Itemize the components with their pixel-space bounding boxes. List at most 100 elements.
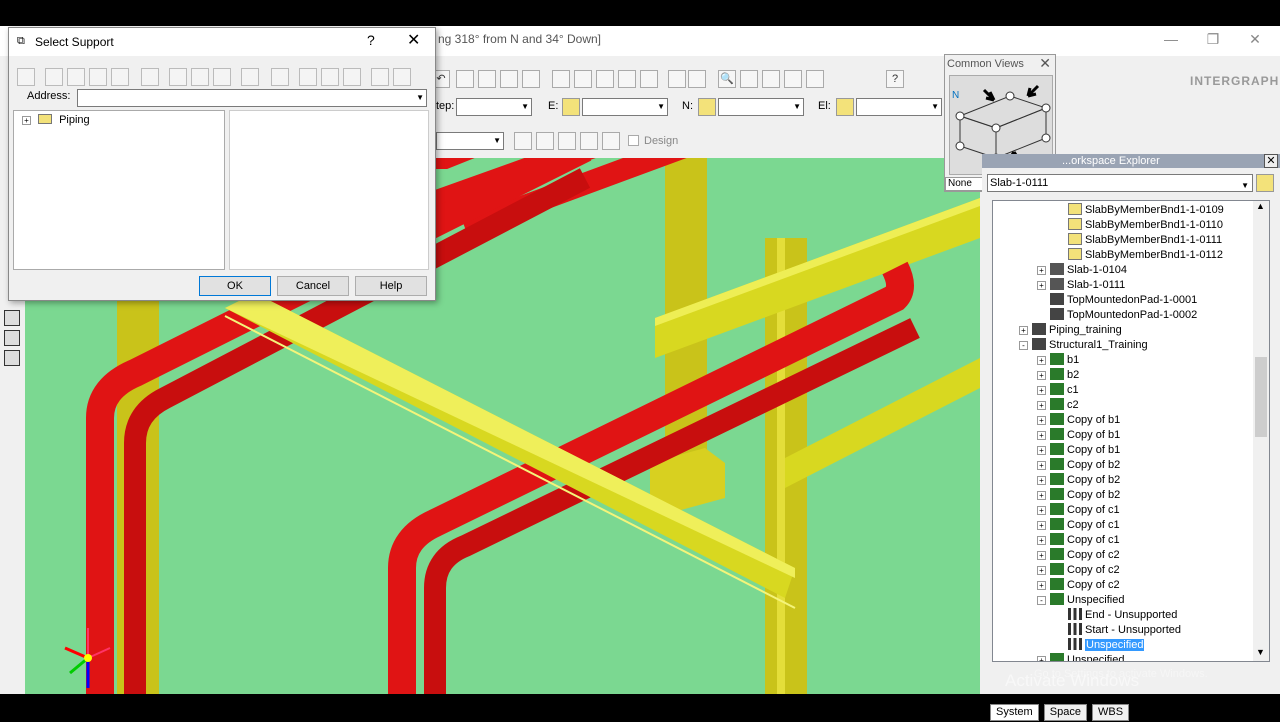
tree-item[interactable]: SlabByMemberBnd1-1-0111 — [1055, 233, 1222, 248]
e-coordinate-combo[interactable]: ▼ — [582, 98, 668, 116]
refresh-icon[interactable] — [806, 70, 824, 88]
tree-item[interactable]: + Slab-1-0111 — [1037, 278, 1125, 293]
scrollbar-thumb[interactable] — [1255, 357, 1267, 437]
expand-icon[interactable]: + — [1037, 386, 1046, 395]
tree-item[interactable]: + c2 — [1037, 398, 1079, 413]
copy-icon[interactable] — [67, 68, 85, 86]
expand-icon[interactable]: + — [22, 116, 31, 125]
tree-item[interactable]: TopMountedonPad-1-0001 — [1037, 293, 1197, 308]
tree-item[interactable]: + Copy of c1 — [1037, 518, 1120, 533]
clip-icon[interactable] — [596, 70, 614, 88]
cut-icon[interactable] — [45, 68, 63, 86]
paste-icon[interactable] — [89, 68, 107, 86]
tree-item[interactable]: SlabByMemberBnd1-1-0112 — [1055, 248, 1223, 263]
tree-item[interactable]: + Unspecified — [1037, 653, 1124, 661]
tree-item[interactable]: - Unspecified — [1037, 593, 1124, 608]
tree-item[interactable]: + b1 — [1037, 353, 1079, 368]
zoom-extents-icon[interactable] — [784, 70, 802, 88]
tree-item[interactable]: + Copy of b1 — [1037, 443, 1120, 458]
sort-icon[interactable] — [321, 68, 339, 86]
design-combo[interactable]: ▼ — [436, 132, 504, 150]
n-coordinate-combo[interactable]: ▼ — [718, 98, 804, 116]
lock-n-icon[interactable] — [698, 98, 716, 116]
snap3-icon[interactable] — [558, 132, 576, 150]
tree-scrollbar[interactable]: ▲ ▼ — [1253, 201, 1269, 661]
camera-icon[interactable] — [668, 70, 686, 88]
catalog-contents-pane[interactable] — [229, 110, 429, 270]
move-up-icon[interactable] — [191, 68, 209, 86]
expand-icon[interactable]: + — [1037, 551, 1046, 560]
collapse-icon[interactable]: - — [1037, 596, 1046, 605]
expand-icon[interactable]: + — [1037, 476, 1046, 485]
expand-icon[interactable]: + — [1037, 371, 1046, 380]
tab-wbs[interactable]: WBS — [1092, 704, 1130, 721]
tree-item[interactable]: - Structural1_Training — [1019, 338, 1148, 353]
expand-icon[interactable]: + — [1037, 566, 1046, 575]
tree-item[interactable]: + Copy of b1 — [1037, 413, 1120, 428]
tree-item[interactable]: Start - Unsupported — [1055, 623, 1181, 638]
help-button[interactable]: Help — [355, 276, 427, 296]
edit-icon[interactable] — [4, 350, 20, 366]
step-combo[interactable]: ▼ — [456, 98, 532, 116]
el-coordinate-combo[interactable]: ▼ — [856, 98, 942, 116]
tree-item[interactable]: + Slab-1-0104 — [1037, 263, 1127, 278]
check-icon[interactable] — [500, 70, 518, 88]
close-button[interactable]: ✕ — [1242, 28, 1268, 50]
save-icon[interactable] — [17, 68, 35, 86]
expand-icon[interactable]: + — [1037, 281, 1046, 290]
walk-icon[interactable] — [640, 70, 658, 88]
details-view-icon[interactable] — [393, 68, 411, 86]
filter-icon[interactable] — [299, 68, 317, 86]
tree-item[interactable]: + c1 — [1037, 383, 1079, 398]
route-icon[interactable] — [4, 310, 20, 326]
list-view-icon[interactable] — [371, 68, 389, 86]
restore-button[interactable]: ❐ — [1200, 28, 1226, 50]
new-folder-icon[interactable] — [271, 68, 289, 86]
expand-icon[interactable]: + — [1019, 326, 1028, 335]
delete-icon[interactable] — [111, 68, 129, 86]
folder-icon[interactable] — [1256, 174, 1274, 192]
snap2-icon[interactable] — [536, 132, 554, 150]
tree-item[interactable]: SlabByMemberBnd1-1-0109 — [1055, 203, 1224, 218]
lock-e-icon[interactable] — [562, 98, 580, 116]
tree-item[interactable]: + b2 — [1037, 368, 1079, 383]
move-down-icon[interactable] — [213, 68, 231, 86]
expand-icon[interactable]: + — [1037, 491, 1046, 500]
address-combo[interactable]: ▼ — [77, 89, 427, 107]
expand-icon[interactable]: + — [1037, 536, 1046, 545]
dialog-close-button[interactable]: ✕ — [407, 30, 420, 50]
measure-icon[interactable] — [522, 70, 540, 88]
tree-item[interactable]: + Copy of b2 — [1037, 458, 1120, 473]
cancel-button[interactable]: Cancel — [277, 276, 349, 296]
tree-item[interactable]: + Copy of c1 — [1037, 533, 1120, 548]
lock-el-icon[interactable] — [836, 98, 854, 116]
tree-item[interactable]: + Piping_training — [1019, 323, 1122, 338]
zoom-area-icon[interactable] — [762, 70, 780, 88]
tab-space[interactable]: Space — [1043, 704, 1087, 721]
zoom-icon[interactable]: 🔍 — [718, 70, 736, 88]
design-checkbox[interactable] — [628, 135, 639, 146]
tree-item[interactable]: + Copy of c2 — [1037, 578, 1120, 593]
tree-item[interactable]: End - Unsupported — [1055, 608, 1177, 623]
expand-icon[interactable]: + — [1037, 266, 1046, 275]
workspace-filter-combo[interactable]: Slab-1-0111 ▼ — [987, 174, 1253, 192]
move-icon[interactable] — [169, 68, 187, 86]
expand-icon[interactable]: + — [1037, 506, 1046, 515]
ok-button[interactable]: OK — [199, 276, 271, 296]
expand-icon[interactable]: + — [1037, 401, 1046, 410]
snap5-icon[interactable] — [602, 132, 620, 150]
select-icon[interactable] — [456, 70, 474, 88]
tree-item[interactable]: + Copy of c2 — [1037, 548, 1120, 563]
tree-item[interactable]: + Copy of b2 — [1037, 488, 1120, 503]
fit-icon[interactable] — [618, 70, 636, 88]
dialog-help-button[interactable]: ? — [367, 32, 375, 48]
view-icon[interactable] — [552, 70, 570, 88]
grid-icon[interactable] — [343, 68, 361, 86]
undo-icon[interactable] — [141, 68, 159, 86]
help-icon[interactable]: ? — [886, 70, 904, 88]
expand-icon[interactable]: + — [1037, 581, 1046, 590]
expand-icon[interactable]: + — [1037, 431, 1046, 440]
tree-item[interactable]: + Copy of c1 — [1037, 503, 1120, 518]
pan-icon[interactable] — [740, 70, 758, 88]
snap-icon[interactable] — [514, 132, 532, 150]
